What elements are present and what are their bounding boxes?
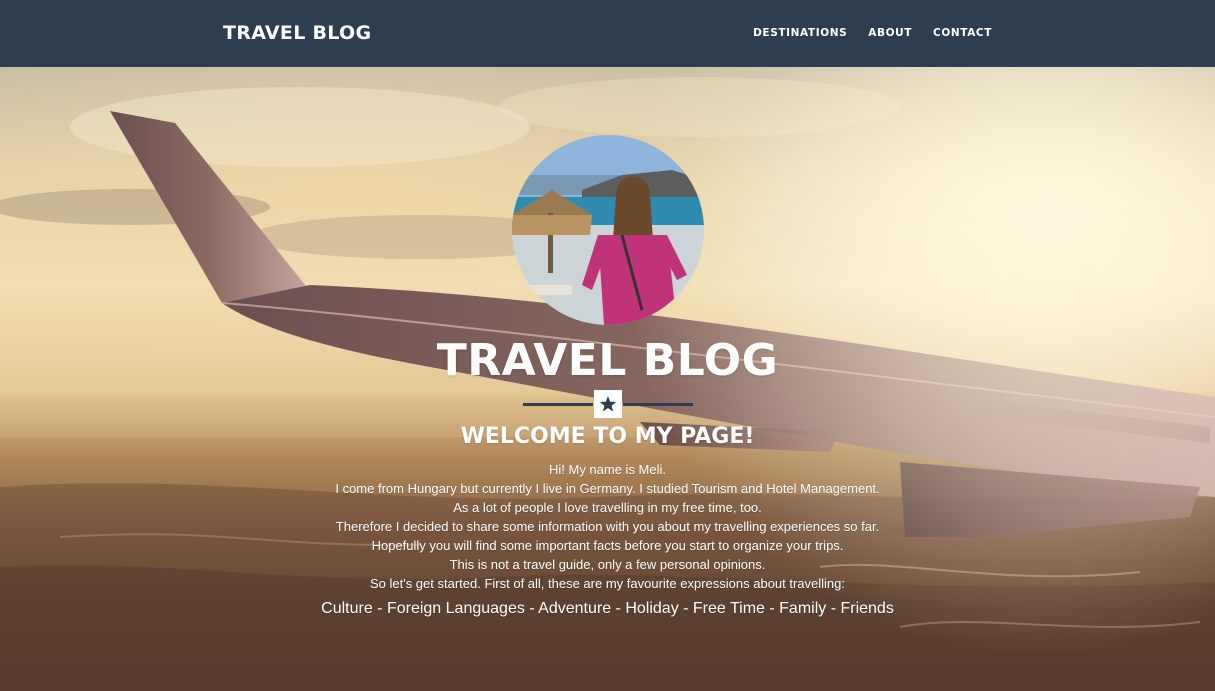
nav-links: DESTINATIONS ABOUT CONTACT <box>753 27 992 39</box>
intro-line: Hi! My name is Meli. <box>548 462 667 477</box>
avatar <box>512 135 704 325</box>
intro-line: As a lot of people I love travelling in … <box>453 500 762 515</box>
hero-section: TRAVEL BLOG WELCOME TO MY PAGE! Hi! My n… <box>0 67 1215 691</box>
star-icon <box>594 390 622 418</box>
intro-line: This is not a travel guide, only a few p… <box>449 557 766 572</box>
intro-line: I come from Hungary but currently I live… <box>335 481 880 496</box>
favourite-expressions: Culture - Foreign Languages - Adventure … <box>321 600 894 617</box>
brand-link[interactable]: TRAVEL BLOG <box>223 22 371 44</box>
divider-line-left <box>523 403 593 406</box>
profile-photo <box>512 135 704 325</box>
welcome-heading: WELCOME TO MY PAGE! <box>460 424 755 449</box>
navbar: TRAVEL BLOG DESTINATIONS ABOUT CONTACT <box>0 0 1215 67</box>
nav-link-destinations[interactable]: DESTINATIONS <box>753 27 847 39</box>
intro-line: So let's get started. First of all, thes… <box>369 576 846 591</box>
divider-line-right <box>623 403 693 406</box>
hero-content: TRAVEL BLOG WELCOME TO MY PAGE! Hi! My n… <box>0 67 1215 691</box>
intro-line: Hopefully you will find some important f… <box>371 538 844 553</box>
hero-title: TRAVEL BLOG <box>436 335 779 386</box>
intro-text: Hi! My name is Meli. I come from Hungary… <box>0 460 1215 593</box>
intro-line: Therefore I decided to share some inform… <box>335 519 880 534</box>
nav-link-contact[interactable]: CONTACT <box>933 27 992 39</box>
nav-link-about[interactable]: ABOUT <box>868 27 912 39</box>
star-divider <box>523 390 693 418</box>
